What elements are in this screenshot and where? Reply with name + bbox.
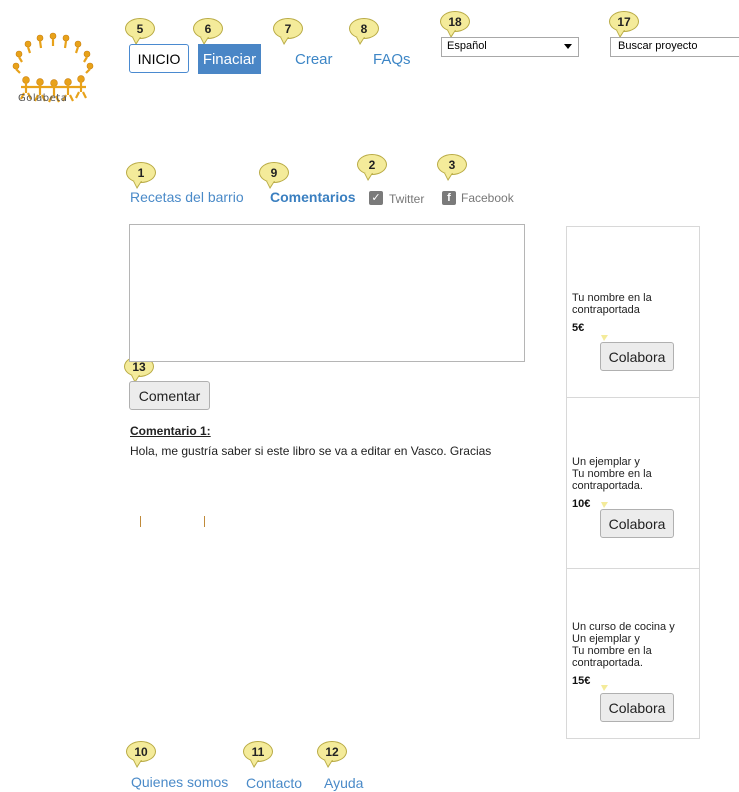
nav-financiar-button[interactable]: Finaciar [198, 44, 261, 74]
callout-5: 5 [125, 18, 155, 45]
comment-submit-button[interactable]: Comentar [129, 381, 210, 410]
reward-price: 10€ [572, 498, 591, 510]
reward-card: Tu nombre en la contraportada 5€ Colabor… [566, 226, 700, 398]
colabora-button[interactable]: Colabora [600, 342, 674, 371]
footer-ayuda-link[interactable]: Ayuda [324, 775, 363, 791]
twitter-link[interactable]: Twitter [389, 192, 424, 206]
reward-description: Un curso de cocina y Un ejemplar y Tu no… [572, 621, 675, 669]
callout-9: 9 [259, 162, 289, 189]
tab-comments[interactable]: Comentarios [270, 189, 356, 205]
chevron-down-icon [564, 44, 572, 49]
reward-price: 15€ [572, 675, 591, 687]
logo-text: Golabeta [18, 93, 68, 104]
callout-10: 10 [126, 741, 156, 768]
comment-body: Hola, me gustría saber si este libro se … [130, 444, 492, 458]
callout-8: 8 [349, 18, 379, 45]
callout-1: 1 [126, 162, 156, 189]
divider-mark [140, 516, 141, 527]
reward-card: Un curso de cocina y Un ejemplar y Tu no… [566, 568, 700, 739]
reward-price: 5€ [572, 322, 585, 334]
language-selected-value: Español [447, 40, 487, 52]
callout-7: 7 [273, 18, 303, 45]
nav-faqs-link[interactable]: FAQs [373, 51, 411, 68]
colabora-button[interactable]: Colabora [600, 509, 674, 538]
reward-card: Un ejemplar y Tu nombre en la contraport… [566, 397, 700, 569]
language-select[interactable]: Español [441, 37, 579, 57]
comment-title: Comentario 1: [130, 424, 211, 438]
comment-textarea[interactable] [129, 224, 525, 362]
footer-contacto-link[interactable]: Contacto [246, 775, 302, 791]
callout-17: 17 [609, 11, 639, 38]
callout-2: 2 [357, 154, 387, 181]
callout-12: 12 [317, 741, 347, 768]
colabora-button[interactable]: Colabora [600, 693, 674, 722]
twitter-icon[interactable]: ✓ [369, 191, 383, 205]
callout-3: 3 [437, 154, 467, 181]
callout-6: 6 [193, 18, 223, 45]
reward-description: Tu nombre en la contraportada [572, 292, 652, 316]
divider-mark [204, 516, 205, 527]
nav-inicio-button[interactable]: INICIO [129, 44, 189, 73]
facebook-link[interactable]: Facebook [461, 191, 514, 205]
callout-11: 11 [243, 741, 273, 768]
reward-description: Un ejemplar y Tu nombre en la contraport… [572, 456, 652, 492]
facebook-icon[interactable]: f [442, 191, 456, 205]
search-input[interactable]: Buscar proyecto [610, 37, 739, 57]
tab-project[interactable]: Recetas del barrio [130, 189, 244, 205]
footer-quienes-somos-link[interactable]: Quienes somos [131, 774, 228, 790]
nav-crear-link[interactable]: Crear [295, 51, 333, 68]
callout-18: 18 [440, 11, 470, 38]
